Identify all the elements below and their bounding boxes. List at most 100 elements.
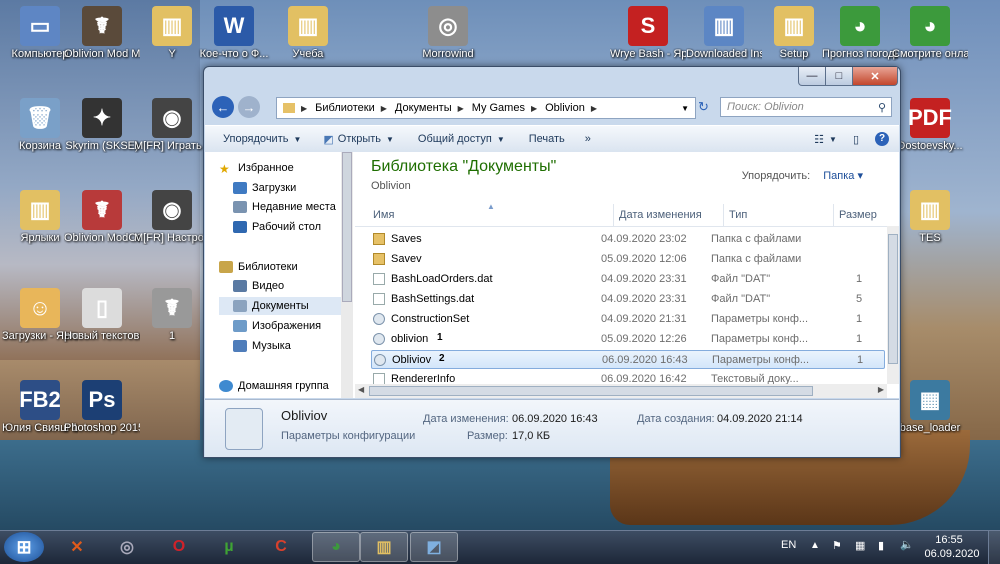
taskbar-app-disc[interactable]: ◎	[106, 532, 148, 562]
address-bar[interactable]: ▶ Библиотеки ▶ Документы ▶ My Games ▶ Ob…	[276, 97, 696, 119]
clock-date[interactable]: 06.09.2020	[922, 548, 982, 560]
desktop-shortcut-icon: ▦	[910, 380, 950, 420]
nav-desktop[interactable]: Рабочий стол	[233, 218, 341, 236]
desktop-icon-left-16[interactable]: Ps Photoshop 2015	[64, 380, 140, 435]
nav-recent[interactable]: Недавние места	[233, 198, 341, 216]
table-row[interactable]: Savev 05.09.2020 12:06 Папка с файлами	[371, 250, 885, 269]
column-size[interactable]: Размер	[839, 209, 877, 221]
scroll-right-icon[interactable]: ▶	[878, 385, 884, 394]
back-button[interactable]: ←	[212, 96, 234, 118]
column-name[interactable]: Имя	[373, 209, 394, 221]
close-button[interactable]: ✕	[852, 67, 898, 86]
file-list-vscrollbar[interactable]	[887, 226, 899, 384]
desktop-icon-right-5[interactable]: PDF Dostoevsky...	[892, 98, 968, 153]
taskbar-app-explorer[interactable]: ▥	[360, 532, 408, 562]
breadcrumb-oblivion[interactable]: Oblivion	[545, 102, 585, 114]
breadcrumb-documents[interactable]: Документы	[395, 102, 452, 114]
tray-signal-icon[interactable]: ▮	[878, 539, 884, 552]
nav-video[interactable]: Видео	[233, 277, 341, 295]
table-row[interactable]: BashLoadOrders.dat 04.09.2020 23:31 Файл "…	[371, 270, 885, 289]
minimize-button[interactable]: —	[798, 67, 826, 86]
arrange-by-dropdown[interactable]: Папка ▾	[823, 170, 863, 182]
more-button[interactable]: »	[585, 133, 591, 145]
desktop-icon-right-4[interactable]: ◕ Смотрите онлайн пр...	[892, 6, 968, 61]
view-options-button[interactable]: ☷ ▼	[814, 133, 837, 146]
desktop-shortcut-icon: S	[628, 6, 668, 46]
desktop-icon-label: Dostoevsky...	[897, 140, 963, 152]
tray-expand-icon[interactable]: ▲	[810, 540, 820, 551]
print-button[interactable]: Печать	[529, 133, 565, 145]
nav-downloads[interactable]: Загрузки	[233, 179, 341, 197]
table-row[interactable]: Obliviov 06.09.2020 16:43 Параметры конф..…	[371, 350, 885, 369]
column-type[interactable]: Тип	[729, 209, 747, 221]
preview-pane-button[interactable]: ▯	[853, 133, 859, 146]
desktop-icon-left-13[interactable]: ▯ Новый текстовый...	[64, 288, 140, 343]
nav-libraries[interactable]: Библиотеки	[219, 258, 341, 276]
show-desktop-button[interactable]	[988, 531, 1000, 564]
tray-flag-icon[interactable]: ⚑	[832, 539, 842, 552]
nav-homegroup[interactable]: Домашняя группа	[219, 377, 341, 395]
forward-button[interactable]: →	[238, 96, 260, 118]
desktop-icon-left-10[interactable]: ☤ Oblivion ModCORE	[64, 190, 140, 245]
taskbar-app-chrome[interactable]: ◕	[312, 532, 360, 562]
desktop-icon-right-0[interactable]: S Wrye Bash - Ярлык	[610, 6, 686, 61]
desktop-icon-right-2[interactable]: ▥ Setup	[756, 6, 832, 61]
cell-size: 5	[856, 293, 863, 305]
taskbar-app-ccleaner[interactable]: C	[260, 532, 302, 562]
address-dropdown-icon[interactable]: ▼	[681, 104, 689, 113]
cell-size: 1	[856, 273, 863, 285]
language-indicator[interactable]: EN	[781, 539, 796, 551]
breadcrumb-my-games[interactable]: My Games	[472, 102, 525, 114]
share-button[interactable]: Общий доступ ▼	[418, 133, 505, 145]
desktop-icon-right-6[interactable]: ▥ TES	[892, 190, 968, 245]
vscrollbar-thumb[interactable]	[888, 234, 898, 364]
table-row[interactable]: BashSettings.dat 04.09.2020 23:31 Файл "DA…	[371, 290, 885, 309]
cell-size: 1	[856, 313, 863, 325]
refresh-icon[interactable]: ↻	[698, 99, 716, 115]
nav-scrollbar-thumb[interactable]	[342, 152, 352, 302]
scroll-left-icon[interactable]: ◀	[358, 385, 364, 394]
desktop-icon-left-5[interactable]: ◎ Morrowind	[410, 6, 486, 61]
file-list-hscrollbar[interactable]: ◀ ▶	[355, 384, 887, 398]
table-row[interactable]: Saves 04.09.2020 23:02 Папка с файлами	[371, 230, 885, 249]
desktop-icon-right-7[interactable]: ▦ base_loader	[892, 380, 968, 435]
breadcrumb-libraries[interactable]: Библиотеки	[315, 102, 375, 114]
search-input[interactable]: Поиск: Oblivion ⚲	[720, 97, 892, 117]
taskbar-app-opera[interactable]: O	[158, 532, 200, 562]
desktop-icon-right-1[interactable]: ▥ Downloaded Installers	[686, 6, 762, 61]
cell-type: Параметры конф...	[712, 354, 810, 366]
desktop-icon-left-8[interactable]: ◉ M[FR] Играть (...	[134, 98, 210, 153]
organize-button[interactable]: Упорядочить ▼	[223, 133, 301, 145]
cell-date: 04.09.2020 23:31	[601, 273, 687, 285]
taskbar-app-window[interactable]: ◩	[410, 532, 458, 562]
desktop-icon-left-14[interactable]: ☤ 1	[134, 288, 210, 343]
chevron-down-icon: ▼	[386, 134, 394, 144]
taskbar-app-1[interactable]: ✕	[56, 532, 98, 562]
column-date[interactable]: Дата изменения	[619, 209, 702, 221]
desktop-icon-left-4[interactable]: ▥ Учеба	[270, 6, 346, 61]
clock-time[interactable]: 16:55	[928, 534, 970, 546]
images-icon	[233, 320, 247, 332]
desktop-icon-left-11[interactable]: ◉ M[FR] Настройщик	[134, 190, 210, 245]
taskbar-app-utorrent[interactable]: µ	[208, 532, 250, 562]
maximize-button[interactable]: □	[825, 67, 853, 86]
help-button[interactable]: ?	[875, 132, 889, 146]
tray-network-icon[interactable]: ▦	[855, 539, 865, 552]
nav-images[interactable]: Изображения	[233, 317, 341, 335]
nav-music[interactable]: Музыка	[233, 337, 341, 355]
nav-favorites[interactable]: ★ Избранное	[219, 159, 341, 177]
desktop-icon-right-3[interactable]: ◕ Прогноз погоды	[822, 6, 898, 61]
desktop-icon-left-1[interactable]: ☤ Oblivion Mod M...	[64, 6, 140, 61]
table-row[interactable]: ConstructionSet 04.09.2020 21:31 Параметры…	[371, 310, 885, 329]
nav-scrollbar[interactable]	[341, 152, 353, 398]
tray-volume-icon[interactable]: 🔈	[900, 538, 914, 551]
desktop-icon-left-7[interactable]: ✦ Skyrim (SKSE)	[64, 98, 140, 153]
desktop-icon-left-3[interactable]: W Кое-что о Ф...	[196, 6, 272, 61]
nav-documents[interactable]: Документы	[219, 297, 341, 315]
start-button[interactable]: ⊞	[4, 532, 44, 562]
table-row[interactable]: oblivion 05.09.2020 12:26 Параметры конф..…	[371, 330, 885, 349]
hscrollbar-thumb[interactable]	[369, 386, 813, 396]
folder-icon	[373, 253, 385, 265]
window-titlebar[interactable]: — □ ✕	[204, 67, 900, 89]
open-button[interactable]: ◩ Открыть ▼	[323, 133, 394, 146]
